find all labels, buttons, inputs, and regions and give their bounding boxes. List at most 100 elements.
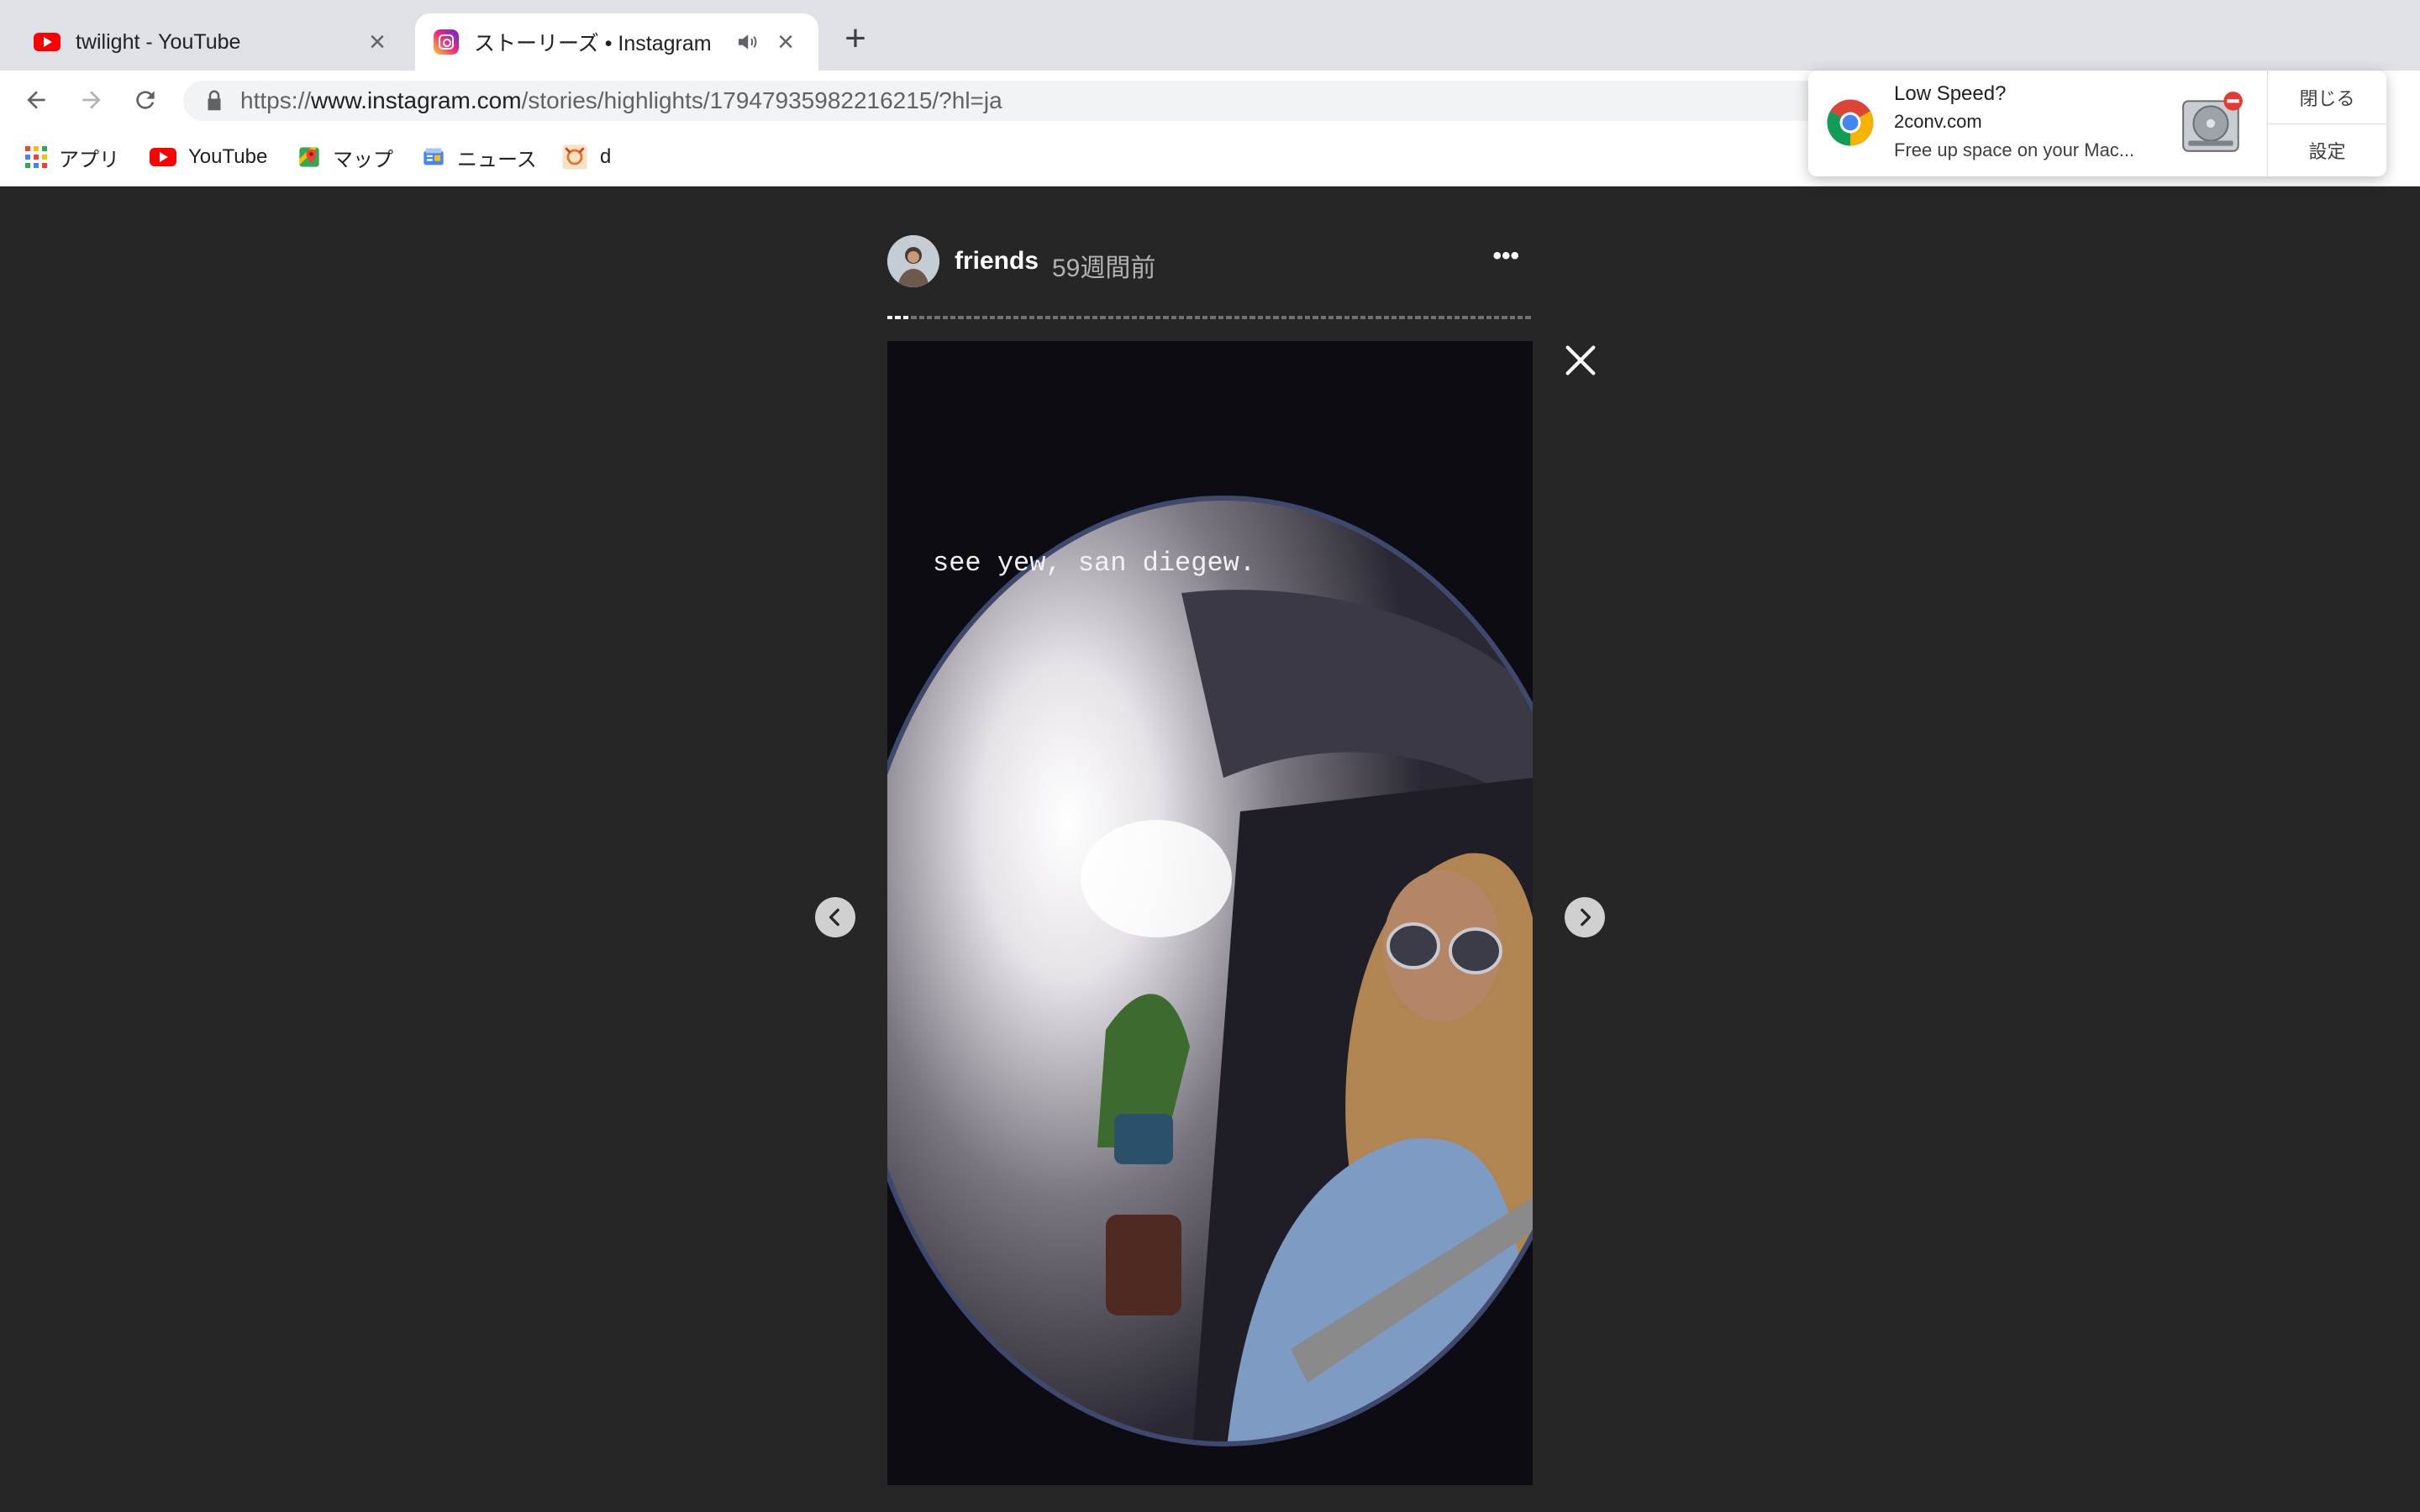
progress-segment xyxy=(1028,316,1035,319)
progress-segment xyxy=(1289,316,1295,319)
next-story-button[interactable] xyxy=(1565,897,1605,937)
progress-segment xyxy=(1226,316,1232,319)
progress-segment xyxy=(942,316,948,319)
tab-youtube[interactable]: twilight - YouTube × xyxy=(15,13,410,71)
speaker-icon[interactable] xyxy=(734,29,760,55)
bookmark-label: YouTube xyxy=(188,145,268,168)
bookmark-label: マップ xyxy=(333,148,393,171)
notification-title: Low Speed? xyxy=(1894,82,2007,105)
story-username[interactable]: friends xyxy=(955,247,1039,276)
progress-segment xyxy=(1344,316,1350,319)
progress-segment xyxy=(1462,316,1468,319)
progress-segment xyxy=(1037,316,1043,319)
avatar[interactable] xyxy=(887,235,939,287)
lock-icon[interactable] xyxy=(202,88,227,113)
progress-segment xyxy=(1360,316,1365,319)
arrow-left-icon xyxy=(27,91,45,109)
progress-segment xyxy=(1084,316,1090,319)
back-button[interactable] xyxy=(18,82,54,118)
tab-title: ストーリーズ • Instagram xyxy=(474,32,712,55)
progress-segment xyxy=(911,316,917,319)
progress-segment xyxy=(1415,316,1421,319)
new-tab-button[interactable]: + xyxy=(837,20,874,59)
notification-popup: Low Speed? 2conv.com Free up space on yo… xyxy=(1808,71,2386,176)
notification-body: Free up space on your Mac... xyxy=(1894,139,2135,160)
progress-segment xyxy=(997,316,1003,319)
tab-strip: twilight - YouTube × ストーリーズ • Instagram … xyxy=(0,0,2420,71)
notification-close-button[interactable]: 閉じる xyxy=(2268,71,2386,124)
progress-segment xyxy=(1100,316,1106,319)
notification-settings-button[interactable]: 設定 xyxy=(2268,123,2386,176)
progress-segment xyxy=(1430,316,1437,319)
progress-segment xyxy=(1478,316,1484,319)
progress-segment xyxy=(1044,316,1050,319)
bookmark-apps[interactable]: アプリ xyxy=(25,141,119,173)
tab-close-icon[interactable]: × xyxy=(363,28,392,56)
progress-segment xyxy=(1525,316,1531,319)
progress-segment xyxy=(1163,316,1169,319)
chrome-icon xyxy=(1827,99,1874,146)
progress-segment xyxy=(1257,316,1263,319)
news-icon xyxy=(424,148,444,165)
progress-segment xyxy=(1399,316,1405,319)
progress-segment xyxy=(1407,316,1413,319)
progress-segment xyxy=(934,316,940,319)
progress-segment xyxy=(1273,316,1279,319)
progress-segment xyxy=(887,316,893,319)
progress-segment xyxy=(1304,316,1311,319)
address-bar[interactable]: https://www.instagram.com/stories/highli… xyxy=(183,81,1830,121)
maps-icon xyxy=(299,147,319,167)
progress-segment xyxy=(965,316,972,319)
progress-segment xyxy=(1455,316,1460,319)
progress-segment xyxy=(1131,316,1137,319)
progress-segment xyxy=(1123,316,1129,319)
reload-icon xyxy=(136,91,155,109)
progress-segment xyxy=(1249,316,1255,319)
progress-segment xyxy=(1281,316,1287,319)
more-options-icon[interactable]: ••• xyxy=(1492,242,1519,270)
bookmark-news[interactable]: ニュース xyxy=(422,141,537,173)
progress-segment xyxy=(1202,316,1208,319)
tab-close-icon[interactable]: × xyxy=(771,28,800,56)
story-image[interactable]: see yew, san diegew. xyxy=(887,341,1533,1485)
youtube-icon xyxy=(34,33,60,51)
tab-title: twilight - YouTube xyxy=(76,29,241,54)
avatar-image xyxy=(887,235,939,287)
story-header: friends 59週間前 ••• xyxy=(887,235,1531,291)
progress-segment xyxy=(1352,316,1358,319)
progress-segment xyxy=(1241,316,1248,319)
progress-segment xyxy=(1446,316,1452,319)
progress-segment xyxy=(1052,316,1059,319)
progress-segment xyxy=(918,316,924,319)
tab-instagram[interactable]: ストーリーズ • Instagram × xyxy=(415,13,818,71)
progress-segment xyxy=(1297,316,1302,319)
progress-segment xyxy=(1210,316,1216,319)
bookmark-label: ニュース xyxy=(457,148,537,171)
progress-segment xyxy=(974,316,980,319)
notification-text: Low Speed? 2conv.com Free up space on yo… xyxy=(1894,82,2171,161)
bookmark-d[interactable]: d xyxy=(561,141,611,173)
progress-segment xyxy=(895,316,901,319)
youtube-icon xyxy=(150,148,176,166)
previous-story-button[interactable] xyxy=(815,897,855,937)
forward-button[interactable] xyxy=(74,82,109,118)
hard-drive-icon xyxy=(2182,92,2243,152)
progress-segment xyxy=(1194,316,1200,319)
reload-button[interactable] xyxy=(128,82,163,118)
progress-segment xyxy=(1171,316,1176,319)
close-story-button[interactable] xyxy=(1561,341,1600,380)
notification-site: 2conv.com xyxy=(1894,111,1982,132)
bookmark-maps[interactable]: マップ xyxy=(297,141,393,173)
progress-segment xyxy=(1439,316,1444,319)
progress-segment xyxy=(1502,316,1507,319)
progress-segment xyxy=(1336,316,1342,319)
story-timestamp: 59週間前 xyxy=(1052,255,1156,282)
progress-segment xyxy=(1313,316,1318,319)
progress-segment xyxy=(1367,316,1374,319)
url-text: https://www.instagram.com/stories/highli… xyxy=(240,87,1002,114)
progress-segment xyxy=(1423,316,1428,319)
bookmark-favicon xyxy=(562,144,587,170)
chevron-left-icon xyxy=(829,908,839,927)
progress-segment xyxy=(1470,316,1476,319)
bookmark-youtube[interactable]: YouTube xyxy=(150,141,267,173)
